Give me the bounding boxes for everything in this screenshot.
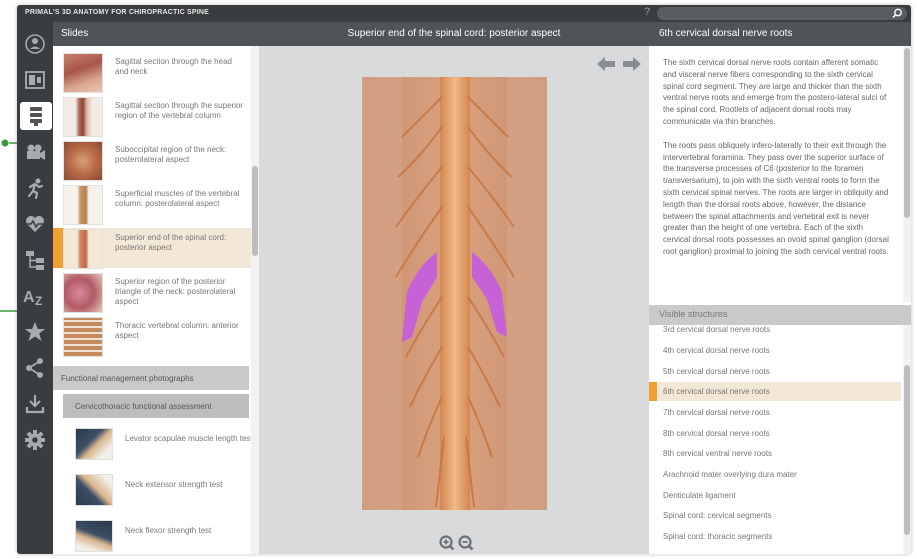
test-thumbnail [75,428,113,460]
previous-arrow-icon[interactable] [597,57,615,71]
section-functional-management[interactable]: Functional management photographs [53,366,249,390]
help-button[interactable]: ? [644,6,650,18]
slide-thumbnail [63,317,103,357]
test-thumbnail [75,474,113,506]
slides-icon[interactable] [21,66,49,94]
description-scroll-thumb[interactable] [904,48,910,218]
icon-sidebar: AZ [17,22,53,554]
selection-marker [649,382,657,401]
structure-item[interactable]: Spinal cord: thoracic segments [649,527,901,546]
settings-icon[interactable] [21,426,49,454]
slides-panel: Slides Sagittal section through the head… [53,22,259,554]
3d-model-icon[interactable] [21,30,49,58]
running-man-icon[interactable] [21,174,49,202]
selection-marker [53,228,63,268]
description-paragraph: The roots pass obliquely infero-laterall… [663,140,889,256]
app-title: PRIMAL'S 3D ANATOMY FOR CHIROPRACTIC SPI… [25,9,210,16]
slide-thumbnail [63,53,103,93]
share-icon[interactable] [21,354,49,382]
slide-item[interactable]: Sagittal section through the superior re… [53,96,251,137]
test-item[interactable]: Neck flexor strength test [53,516,251,554]
zoom-controls [439,535,474,551]
structures-scroll-thumb[interactable] [904,365,910,535]
slides-scroll-thumb[interactable] [252,166,258,256]
svg-text:A: A [23,289,35,306]
download-icon[interactable] [21,390,49,418]
slide-thumbnail [63,97,103,137]
slide-item[interactable]: Superior region of the posterior triangl… [53,272,251,313]
slide-thumbnail [63,141,103,181]
structure-item[interactable]: 5th cervical dorsal nerve roots [649,362,901,381]
slides-header: Slides [53,22,259,46]
star-icon[interactable] [21,318,49,346]
zoom-out-icon[interactable] [458,535,474,551]
slide-item[interactable]: Thoracic vertebral column: anterior aspe… [53,316,251,357]
structure-item[interactable]: Arachnoid mater overlying dura mater [649,465,901,484]
test-item[interactable]: Levator scapulae muscle length test [53,424,253,464]
heartbeat-icon[interactable] [21,210,49,238]
slide-item-selected[interactable]: Superior end of the spinal cord: posteri… [53,228,251,269]
test-label: Neck extensor strength test [125,480,223,489]
structure-item-selected[interactable]: 6th cervical dorsal nerve roots [649,382,901,401]
dissection-image[interactable] [362,77,547,510]
slide-label: Superficial muscles of the vertebral col… [115,189,240,208]
test-thumbnail [75,520,113,552]
structure-description: The sixth cervical dorsal nerve roots co… [663,57,889,270]
next-arrow-icon[interactable] [623,57,641,71]
app-window: PRIMAL'S 3D ANATOMY FOR CHIROPRACTIC SPI… [17,5,911,554]
az-index-icon[interactable]: AZ [21,282,49,310]
slide-item[interactable]: Superficial muscles of the vertebral col… [53,184,251,225]
test-label: Levator scapulae muscle length test [125,434,253,443]
zoom-in-icon[interactable] [439,535,455,551]
search-input[interactable] [657,7,907,20]
structure-item[interactable]: 3rd cervical dorsal nerve roots [649,320,901,339]
structure-item[interactable]: Spinal cord: cervical segments [649,506,901,525]
video-icon[interactable] [21,138,49,166]
structure-item[interactable]: 7th cervical dorsal nerve roots [649,403,901,422]
slide-item[interactable]: Sagittal section through the head and ne… [53,52,251,93]
subsection-cervicothoracic[interactable]: Cervicothoracic functional assessment [63,394,249,418]
slide-thumbnail [63,229,103,269]
nav-arrows [597,57,641,71]
image-panel: Superior end of the spinal cord: posteri… [259,22,649,554]
structure-label: 6th cervical dorsal nerve roots [663,387,770,396]
slide-thumbnail [63,273,103,313]
slide-label: Superior end of the spinal cord: posteri… [115,233,227,252]
structure-item[interactable]: 4th cervical dorsal nerve roots [649,341,901,360]
description-paragraph: The sixth cervical dorsal nerve roots co… [663,58,887,126]
structure-item[interactable]: 8th cervical dorsal nerve roots [649,424,901,443]
title-bar: PRIMAL'S 3D ANATOMY FOR CHIROPRACTIC SPI… [17,5,911,22]
structure-title: 6th cervical dorsal nerve roots [649,22,911,46]
slide-label: Sagittal section through the head and ne… [115,57,232,76]
search-icon[interactable] [892,8,903,19]
slide-label: Suboccipital region of the neck: postero… [115,145,227,164]
info-panel: 6th cervical dorsal nerve roots The sixt… [649,22,911,554]
hierarchy-icon[interactable] [21,246,49,274]
test-item[interactable]: Neck extensor strength test [53,470,251,510]
structure-item[interactable]: Denticulate ligament [649,486,901,505]
structure-item[interactable]: 8th cervical ventral nerve roots [649,444,901,463]
test-label: Neck flexor strength test [125,526,212,535]
callout-dot-left [1,139,9,147]
slide-label: Sagittal section through the superior re… [115,101,244,120]
svg-text:Z: Z [35,294,42,307]
slide-label: Superior region of the posterior triangl… [115,277,236,306]
description-scrollbar[interactable] [903,46,911,302]
slide-thumbnail [63,185,103,225]
structures-scrollbar[interactable] [903,325,911,554]
slide-item[interactable]: Suboccipital region of the neck: postero… [53,140,251,181]
slides-scrollbar[interactable] [251,46,259,554]
slide-label: Thoracic vertebral column: anterior aspe… [115,321,239,340]
image-title: Superior end of the spinal cord: posteri… [259,22,649,46]
spine-icon[interactable] [20,102,52,130]
